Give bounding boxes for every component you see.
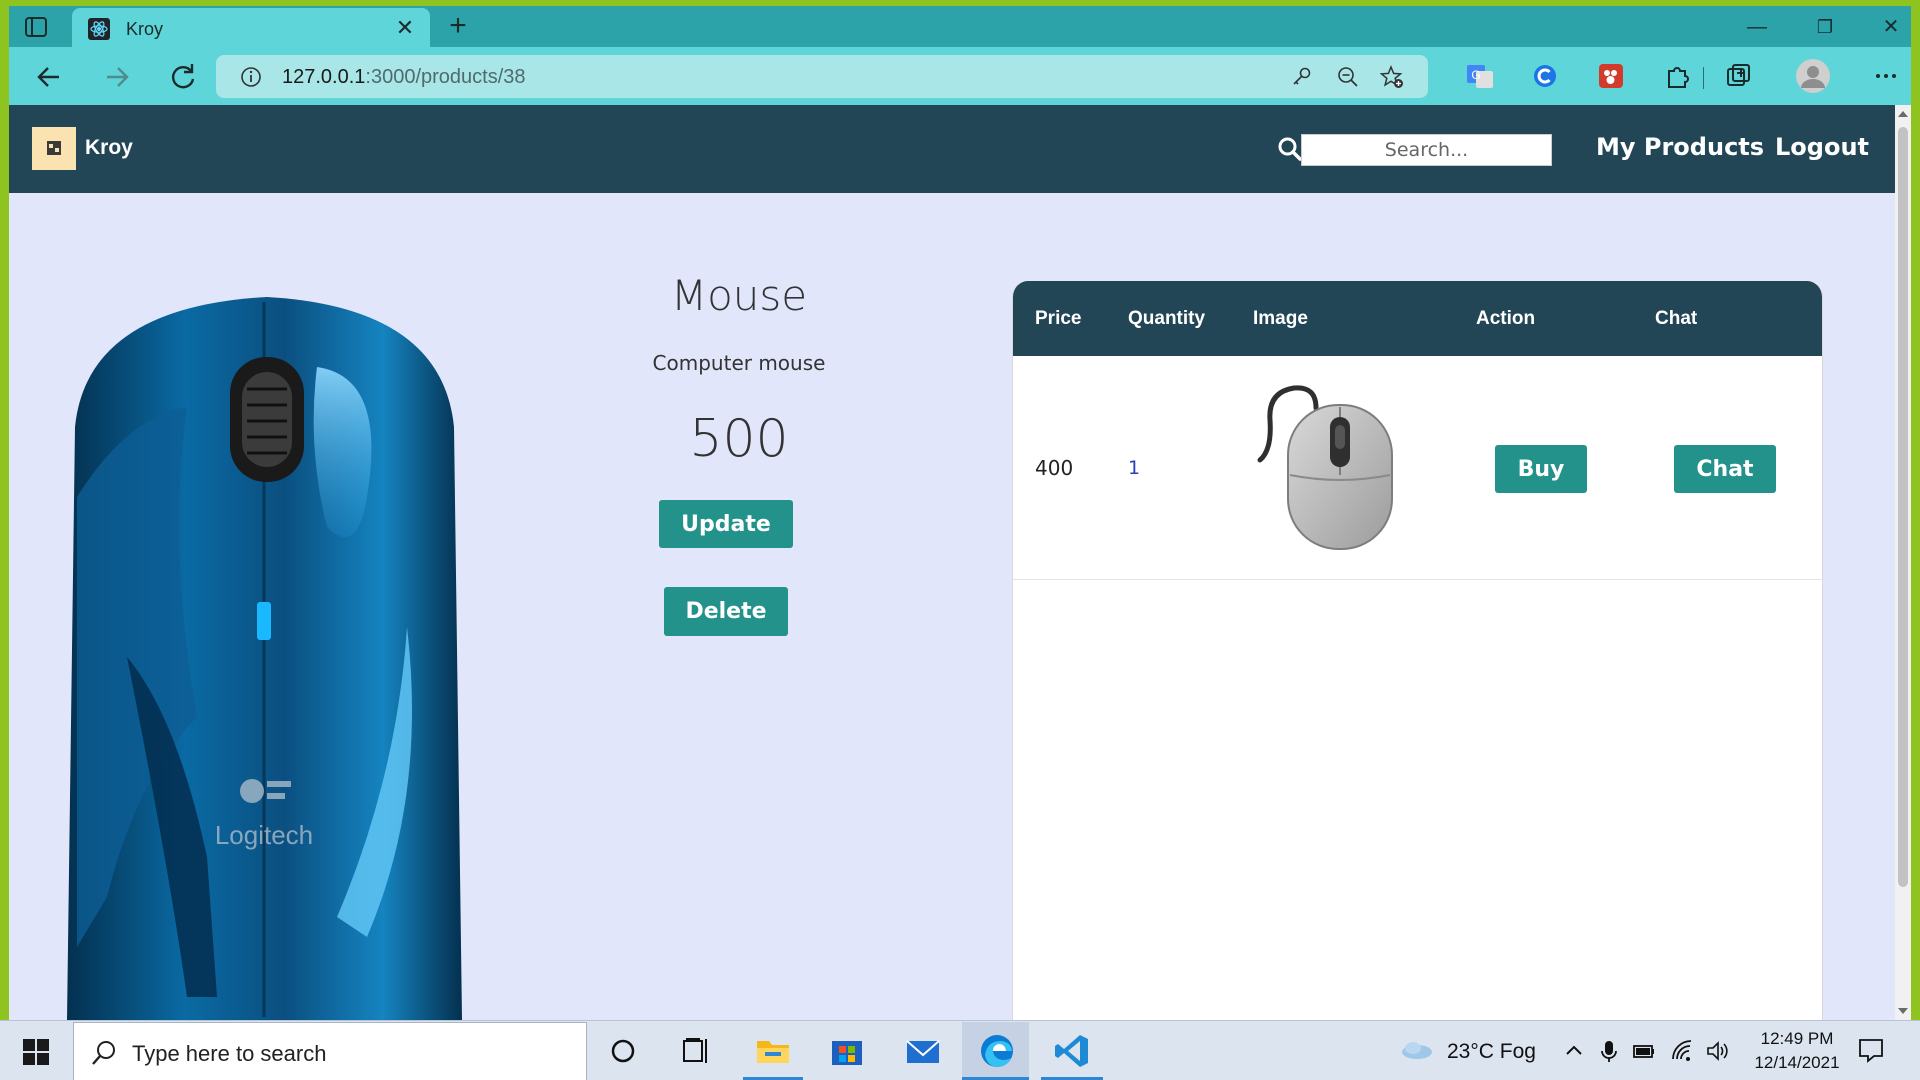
c-extension-icon[interactable] xyxy=(1531,62,1559,90)
windows-taskbar: Type here to search 23°C Fog 12:49 PM 12… xyxy=(0,1020,1920,1080)
wifi-icon[interactable] xyxy=(1670,1039,1694,1063)
row-quantity[interactable]: 1 xyxy=(1128,457,1140,479)
header-action: Action xyxy=(1476,308,1536,329)
browser-window: Kroy ✕ + — ❐ ✕ 127.0.0.1:3000/products/3… xyxy=(9,6,1911,1020)
task-view-icon[interactable] xyxy=(674,1029,718,1073)
taskbar-search-box[interactable]: Type here to search xyxy=(73,1022,587,1080)
windows-start-icon[interactable] xyxy=(22,1038,50,1066)
zoom-out-icon[interactable] xyxy=(1336,65,1360,89)
chat-button[interactable]: Chat xyxy=(1674,445,1776,493)
table-row: 400 1 Buy Chat xyxy=(1013,356,1822,580)
page-scrollbar[interactable] xyxy=(1895,105,1911,1020)
vscode-icon[interactable] xyxy=(1050,1029,1094,1073)
chevron-up-icon[interactable] xyxy=(1562,1039,1586,1063)
battery-icon[interactable] xyxy=(1632,1039,1656,1063)
brand-name[interactable]: Kroy xyxy=(85,136,133,160)
scroll-thumb[interactable] xyxy=(1898,127,1908,887)
microsoft-store-icon[interactable] xyxy=(825,1029,869,1073)
forward-arrow-icon[interactable] xyxy=(99,59,135,95)
product-description: Computer mouse xyxy=(652,351,826,375)
search-input[interactable] xyxy=(1301,134,1552,166)
reload-icon[interactable] xyxy=(165,59,201,95)
mouse-thumbnail xyxy=(1257,385,1393,550)
notification-icon[interactable] xyxy=(1857,1036,1885,1064)
restore-button[interactable]: ❐ xyxy=(1805,12,1845,42)
edge-icon[interactable] xyxy=(975,1029,1019,1073)
product-title: Mouse xyxy=(670,271,808,320)
header-quantity: Quantity xyxy=(1128,308,1206,329)
row-price: 400 xyxy=(1035,456,1074,480)
header-chat: Chat xyxy=(1655,308,1698,329)
buy-button[interactable]: Buy xyxy=(1495,445,1587,493)
mouse-brand-text: Logitech xyxy=(215,820,313,850)
back-arrow-icon[interactable] xyxy=(31,59,67,95)
microphone-icon[interactable] xyxy=(1597,1039,1621,1063)
photo-extension-icon[interactable] xyxy=(1597,62,1625,90)
product-image: Logitech xyxy=(67,297,462,1020)
address-bar[interactable]: 127.0.0.1:3000/products/38 xyxy=(216,55,1428,98)
brand-logo[interactable] xyxy=(32,127,76,170)
file-explorer-icon[interactable] xyxy=(751,1029,795,1073)
search-icon xyxy=(92,1041,115,1065)
volume-icon[interactable] xyxy=(1705,1039,1729,1063)
url-host: 127.0.0.1 xyxy=(282,66,366,88)
puzzle-icon[interactable] xyxy=(1663,62,1691,90)
nav-logout[interactable]: Logout xyxy=(1775,133,1869,161)
profile-icon[interactable] xyxy=(1795,58,1831,94)
clock-time[interactable]: 12:49 PM xyxy=(1737,1029,1857,1049)
new-tab-button[interactable]: + xyxy=(443,11,473,42)
close-window-button[interactable]: ✕ xyxy=(1871,12,1911,42)
taskbar-search-text: Type here to search xyxy=(132,1041,327,1066)
add-favorite-icon[interactable] xyxy=(1380,65,1404,89)
tab-bar: Kroy ✕ + — ❐ ✕ xyxy=(9,6,1911,49)
tab-actions-icon[interactable] xyxy=(23,14,49,40)
header-image: Image xyxy=(1253,308,1308,329)
page-viewport: Kroy My Products Logout xyxy=(9,105,1895,1020)
fog-weather-icon[interactable] xyxy=(1400,1038,1434,1062)
cortana-icon[interactable] xyxy=(601,1029,645,1073)
mouse-photo: Logitech xyxy=(67,297,462,1020)
translate-icon[interactable]: G xyxy=(1466,62,1494,90)
close-tab-icon[interactable]: ✕ xyxy=(394,17,416,39)
search-icon[interactable] xyxy=(1277,136,1303,162)
more-icon[interactable] xyxy=(1872,62,1900,90)
table-header: Price Quantity Image Action Chat xyxy=(1013,281,1822,356)
clock-date[interactable]: 12/14/2021 xyxy=(1737,1053,1857,1073)
mail-icon[interactable] xyxy=(901,1029,945,1073)
header-price: Price xyxy=(1035,308,1082,329)
offers-table: Price Quantity Image Action Chat 400 1 B… xyxy=(1012,281,1823,1020)
product-price: 500 xyxy=(689,409,789,469)
info-icon[interactable] xyxy=(240,66,262,88)
toolbar-divider xyxy=(1703,67,1704,89)
delete-button[interactable]: Delete xyxy=(664,587,788,636)
svg-text:G: G xyxy=(1471,68,1480,82)
browser-tab[interactable]: Kroy ✕ xyxy=(72,8,430,49)
collections-icon[interactable] xyxy=(1725,62,1753,90)
minimize-button[interactable]: — xyxy=(1737,12,1777,42)
url-path: :3000/products/38 xyxy=(365,66,526,88)
app-navbar: Kroy My Products Logout xyxy=(9,105,1895,193)
weather-text[interactable]: 23°C Fog xyxy=(1447,1040,1536,1064)
scroll-down-arrow-icon[interactable] xyxy=(1898,1008,1908,1014)
react-icon xyxy=(88,18,110,40)
url-text[interactable]: 127.0.0.1:3000/products/38 xyxy=(282,66,526,89)
tab-title: Kroy xyxy=(126,19,164,39)
browser-toolbar: 127.0.0.1:3000/products/38 G xyxy=(9,47,1911,105)
key-icon[interactable] xyxy=(1290,65,1314,89)
brand-logo-image xyxy=(47,141,61,155)
nav-my-products[interactable]: My Products xyxy=(1596,133,1764,161)
update-button[interactable]: Update xyxy=(659,500,793,548)
scroll-up-arrow-icon[interactable] xyxy=(1898,111,1908,117)
